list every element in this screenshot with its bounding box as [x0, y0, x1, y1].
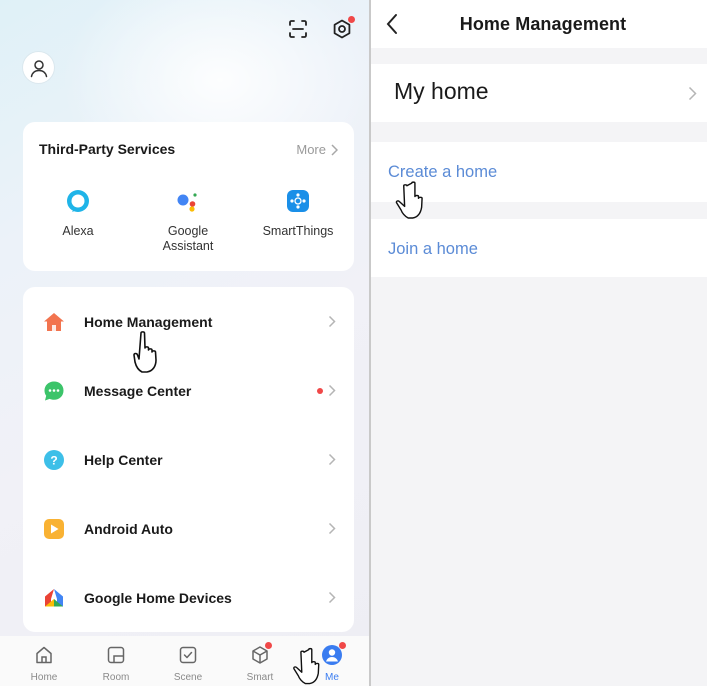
home-list-item[interactable]: My home [371, 64, 707, 122]
services-title: Third-Party Services [39, 141, 176, 157]
service-label: Alexa [62, 224, 94, 238]
me-screen: Third-Party Services More Alexa Google A… [0, 0, 369, 686]
menu-item-google-home-devices[interactable]: Google Home Devices [23, 563, 354, 632]
tab-scene[interactable]: Scene [163, 644, 213, 683]
nav-bar: Home Management [371, 0, 707, 48]
menu-item-label: Android Auto [84, 520, 173, 537]
chevron-right-icon [688, 86, 697, 101]
smartthings-icon [287, 190, 309, 212]
menu-item-android-auto[interactable]: Android Auto [23, 494, 354, 563]
menu-item-home-management[interactable]: Home Management [23, 287, 354, 356]
chevron-right-icon [328, 315, 336, 328]
alexa-icon [67, 190, 89, 212]
page-title: Home Management [459, 14, 627, 34]
me-tab-badge [339, 642, 346, 649]
third-party-services-card: Third-Party Services More Alexa Google A… [23, 122, 354, 271]
help-icon: ? [44, 449, 64, 470]
menu-item-label: Help Center [84, 451, 163, 468]
service-label-line2: Assistant [162, 239, 214, 253]
service-label: Google [167, 224, 209, 238]
chevron-right-icon [328, 591, 336, 604]
unread-badge [317, 387, 323, 394]
scan-icon[interactable] [285, 16, 311, 42]
menu-item-label: Message Center [84, 382, 192, 399]
google-assistant-icon [177, 193, 197, 212]
join-home-button[interactable]: Join a home [371, 219, 707, 277]
services-more-label: More [296, 142, 326, 157]
avatar[interactable] [23, 52, 54, 83]
hand-pointer-icon [293, 647, 320, 685]
service-label: SmartThings [262, 224, 334, 238]
hand-pointer-icon [133, 331, 157, 373]
smart-tab-badge [265, 642, 272, 649]
join-home-label: Join a home [388, 240, 478, 258]
menu-item-label: Home Management [84, 313, 213, 330]
google-home-icon [45, 588, 63, 606]
home-tab-icon [36, 646, 52, 664]
settings-icon[interactable] [329, 16, 355, 42]
hand-pointer-icon [395, 181, 423, 219]
tab-label: Home [30, 672, 58, 683]
home-name: My home [394, 78, 489, 104]
services-more-link[interactable]: More [296, 142, 338, 157]
menu-item-label: Google Home Devices [84, 589, 232, 606]
settings-badge [348, 16, 355, 23]
home-management-screen: Home Management My home Create a home Jo… [371, 0, 707, 686]
menu-item-message-center[interactable]: Message Center [23, 356, 354, 425]
settings-menu-card: Home Management Message Center ? Help Ce… [23, 287, 354, 632]
chevron-right-icon [328, 453, 336, 466]
chevron-right-icon [328, 384, 336, 397]
tab-smart[interactable]: Smart [235, 642, 285, 683]
menu-item-help-center[interactable]: ? Help Center [23, 425, 354, 494]
chevron-right-icon [331, 143, 338, 156]
svg-text:?: ? [50, 453, 57, 467]
tab-label: Smart [246, 672, 274, 683]
chevron-right-icon [328, 522, 336, 535]
home-icon [44, 312, 64, 331]
top-icon-bar [285, 16, 355, 42]
service-smartthings[interactable]: SmartThings [253, 188, 343, 239]
room-tab-icon [107, 646, 125, 664]
tab-label: Room [102, 672, 130, 683]
service-google-assistant[interactable]: Google Assistant [143, 188, 233, 254]
scene-tab-icon [179, 646, 197, 664]
service-alexa[interactable]: Alexa [33, 188, 123, 239]
message-icon [44, 381, 64, 400]
tab-home[interactable]: Home [19, 644, 69, 683]
tab-label: Scene [173, 672, 203, 683]
tab-room[interactable]: Room [91, 644, 141, 683]
android-auto-icon [44, 518, 64, 539]
